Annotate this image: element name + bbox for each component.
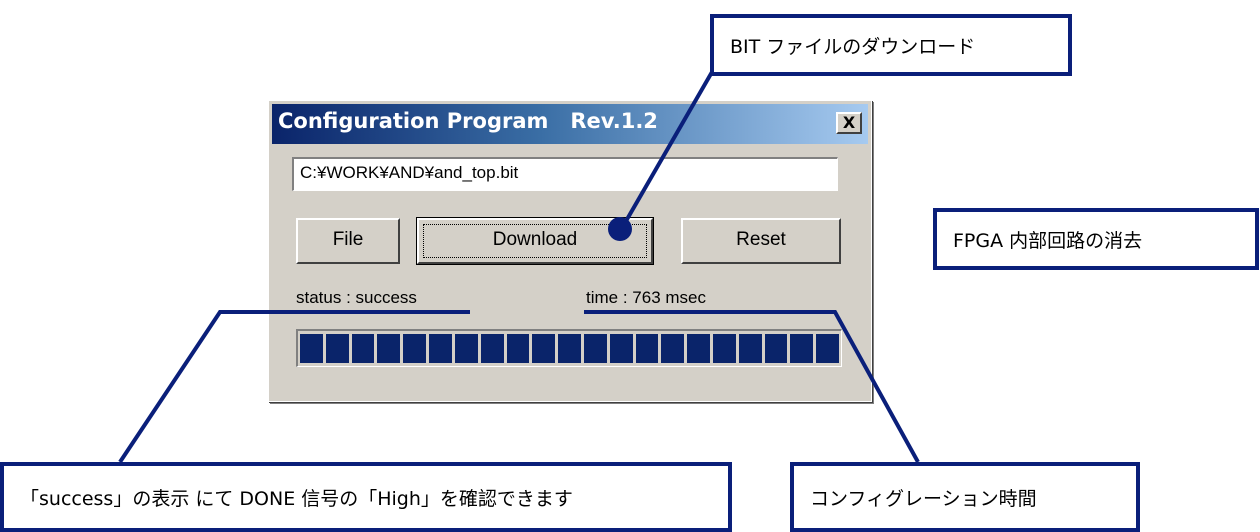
connector-success xyxy=(118,310,470,464)
connector-time xyxy=(584,310,920,463)
callout-reset: FPGA 内部回路の消去 xyxy=(933,208,1259,270)
callout-download: BIT ファイルのダウンロード xyxy=(710,14,1072,76)
callout-time: コンフィグレーション時間 xyxy=(790,462,1140,532)
callout-success: 「success」の表示 にて DONE 信号の「High」を確認できます xyxy=(0,462,732,532)
download-pointer-dot xyxy=(608,217,632,241)
connector-download xyxy=(620,71,714,229)
